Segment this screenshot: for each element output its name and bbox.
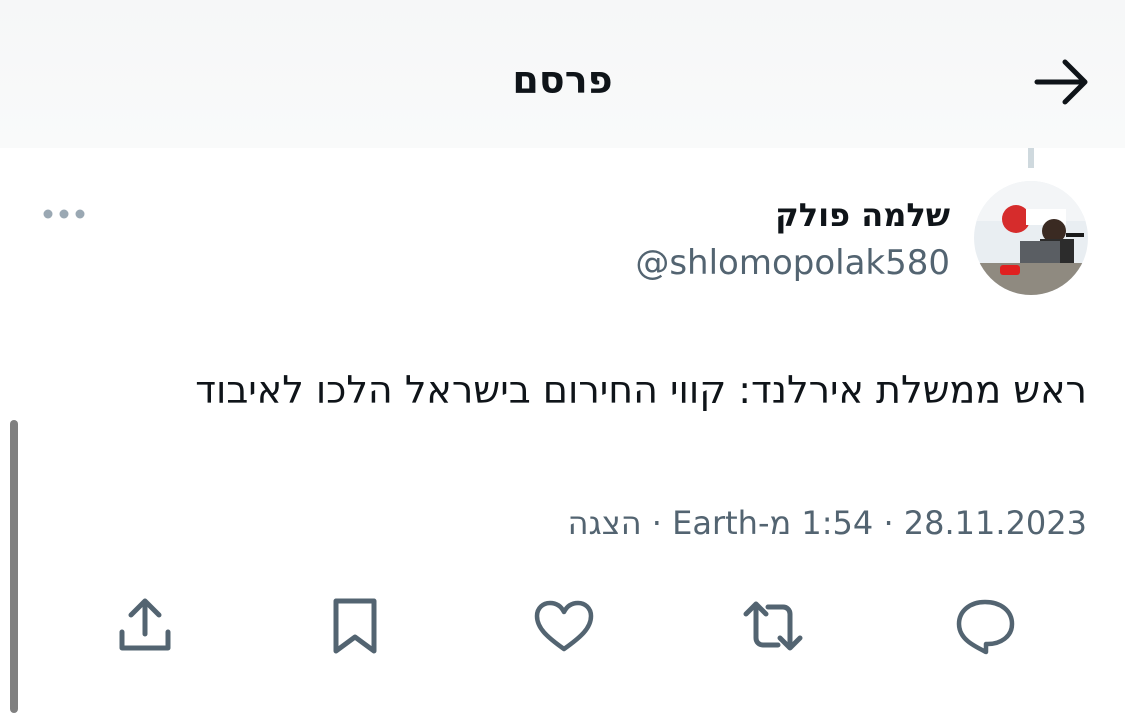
- more-options-button[interactable]: [38, 199, 90, 229]
- views-label[interactable]: הצגה: [568, 504, 642, 542]
- avatar-photo: [974, 181, 1088, 295]
- arrow-right-icon: [1034, 59, 1088, 105]
- back-button[interactable]: [1030, 54, 1094, 110]
- share-icon: [119, 598, 171, 651]
- more-horizontal-icon: [43, 209, 85, 219]
- scrollbar[interactable]: [10, 420, 18, 713]
- retweet-button[interactable]: [738, 591, 808, 661]
- meta-separator: ·: [651, 504, 662, 542]
- top-bar: פרסם: [0, 0, 1125, 148]
- thread-connector-line: [1028, 148, 1034, 168]
- tweet-text: ראש ממשלת אירלנד: קווי החירום בישראל הלכ…: [195, 368, 1087, 412]
- tweet-time-source: 1:54 מ-Earth: [672, 504, 874, 542]
- user-handle[interactable]: @shlomopolak580: [635, 243, 950, 283]
- bookmark-icon: [333, 598, 377, 654]
- heart-icon: [534, 600, 594, 652]
- comment-icon: [956, 599, 1015, 655]
- display-name[interactable]: שלמה פולק: [775, 196, 950, 234]
- page-title: פרסם: [512, 58, 613, 102]
- avatar[interactable]: [974, 181, 1088, 295]
- reply-button[interactable]: [950, 591, 1020, 661]
- like-button[interactable]: [529, 591, 599, 661]
- meta-separator: ·: [883, 504, 894, 542]
- retweet-icon: [743, 601, 803, 651]
- share-button[interactable]: [110, 591, 180, 661]
- tweet-meta: 28.11.2023 · 1:54 מ-Earth · הצגה: [568, 504, 1087, 542]
- tweet-date: 28.11.2023: [903, 504, 1087, 542]
- bookmark-button[interactable]: [320, 591, 390, 661]
